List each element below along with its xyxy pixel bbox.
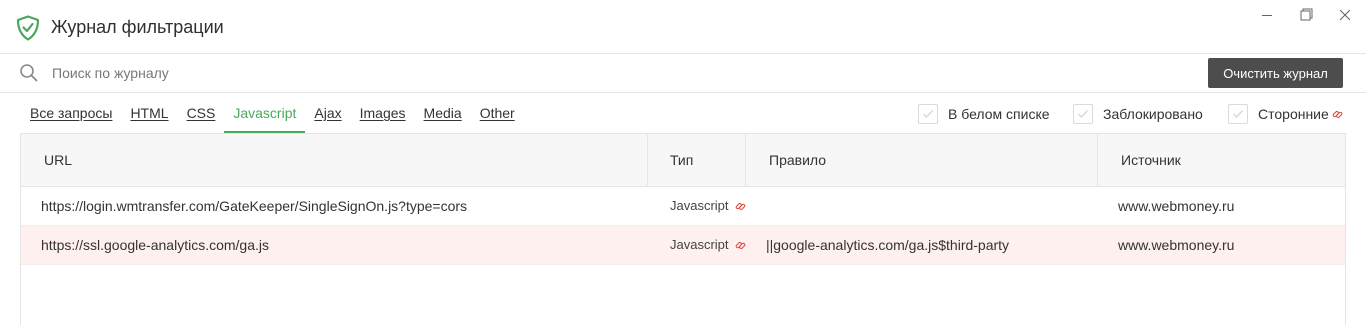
filtering-log-table: URL Тип Правило Источник https://login.w… <box>20 133 1346 325</box>
type-cell: Javascript <box>670 187 746 225</box>
tab-other[interactable]: Other <box>471 93 524 133</box>
tab-css[interactable]: CSS <box>178 93 225 133</box>
check-icon <box>1078 110 1089 119</box>
column-source[interactable]: Источник <box>1121 134 1181 186</box>
url-cell: https://login.wmtransfer.com/GateKeeper/… <box>41 198 468 214</box>
window-title: Журнал фильтрации <box>51 17 224 37</box>
column-divider <box>1097 134 1098 186</box>
minimize-button[interactable] <box>1256 7 1278 27</box>
table-row[interactable]: https://ssl.google-analytics.com/ga.js J… <box>21 226 1345 265</box>
tab-javascript[interactable]: Javascript <box>224 93 306 133</box>
whitelisted-filter[interactable]: В белом списке <box>918 103 1050 125</box>
column-divider <box>745 134 746 186</box>
close-icon <box>1339 8 1351 26</box>
source-cell: www.webmoney.ru <box>1118 198 1235 214</box>
tab-media[interactable]: Media <box>415 93 471 133</box>
column-rule[interactable]: Правило <box>769 134 826 186</box>
close-button[interactable] <box>1334 7 1356 27</box>
whitelisted-label: В белом списке <box>948 106 1050 122</box>
check-icon <box>1233 110 1244 119</box>
blocked-label: Заблокировано <box>1103 106 1203 122</box>
link-icon <box>735 201 746 212</box>
title-bar: Журнал фильтрации <box>0 0 1366 54</box>
type-cell: Javascript <box>670 226 746 264</box>
table-row[interactable]: https://login.wmtransfer.com/GateKeeper/… <box>21 187 1345 226</box>
tab-all-requests[interactable]: Все запросы <box>21 93 121 133</box>
link-icon <box>1332 109 1343 120</box>
third-party-label: Сторонние <box>1258 106 1329 122</box>
restore-icon <box>1300 8 1313 26</box>
check-icon <box>923 110 934 119</box>
tab-ajax[interactable]: Ajax <box>305 93 350 133</box>
minimize-icon <box>1261 8 1273 26</box>
third-party-filter[interactable]: Сторонние <box>1228 103 1343 125</box>
restore-button[interactable] <box>1295 7 1317 27</box>
tab-images[interactable]: Images <box>351 93 415 133</box>
adguard-shield-icon <box>16 15 40 41</box>
type-label: Javascript <box>670 237 729 252</box>
source-cell: www.webmoney.ru <box>1118 237 1235 253</box>
search-bar: Очистить журнал <box>0 54 1366 93</box>
column-type[interactable]: Тип <box>670 134 693 186</box>
rule-cell: ||google-analytics.com/ga.js$third-party <box>766 237 1010 253</box>
whitelisted-checkbox[interactable] <box>918 104 938 124</box>
column-url[interactable]: URL <box>44 134 72 186</box>
url-cell: https://ssl.google-analytics.com/ga.js <box>41 237 269 253</box>
tab-html[interactable]: HTML <box>121 93 177 133</box>
link-icon <box>735 240 746 251</box>
clear-log-button[interactable]: Очистить журнал <box>1208 58 1343 88</box>
blocked-checkbox[interactable] <box>1073 104 1093 124</box>
column-divider <box>647 134 648 186</box>
type-label: Javascript <box>670 198 729 213</box>
table-header: URL Тип Правило Источник <box>21 134 1345 187</box>
blocked-filter[interactable]: Заблокировано <box>1073 103 1203 125</box>
type-tabs: Все запросы HTML CSS Javascript Ajax Ima… <box>21 93 524 133</box>
search-icon <box>19 63 39 83</box>
third-party-checkbox[interactable] <box>1228 104 1248 124</box>
search-input[interactable] <box>52 62 1152 84</box>
